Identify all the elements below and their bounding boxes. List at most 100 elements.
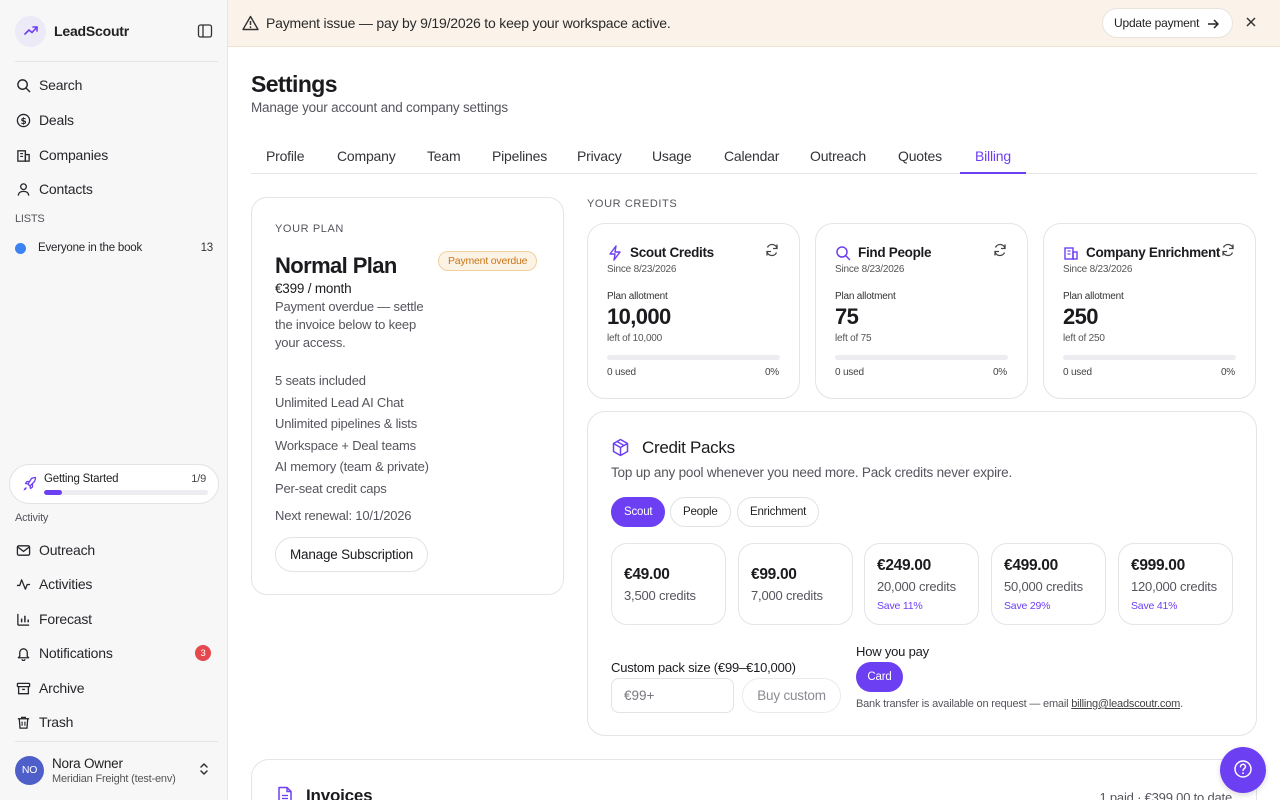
nav-companies[interactable]: Companies bbox=[15, 140, 218, 170]
how-you-pay-label: How you pay bbox=[856, 644, 929, 659]
pack-option[interactable]: €99.00 7,000 credits bbox=[738, 543, 853, 625]
page-subtitle: Manage your account and company settings bbox=[251, 100, 508, 115]
credit-percent: 0% bbox=[764, 367, 779, 378]
credit-card-find-people: Find People Since 8/23/2026 Plan allotme… bbox=[815, 223, 1028, 399]
nav-trash[interactable]: Trash bbox=[15, 707, 218, 737]
credit-percent: 0% bbox=[1220, 367, 1235, 378]
getting-started-label: Getting Started bbox=[44, 473, 119, 485]
credit-used: 0 used bbox=[607, 367, 636, 378]
close-icon[interactable] bbox=[1244, 15, 1258, 32]
dollar-icon: $ bbox=[15, 112, 31, 128]
pack-price: €99.00 bbox=[751, 566, 797, 583]
credit-title: Find People bbox=[858, 245, 932, 260]
nav-archive[interactable]: Archive bbox=[15, 673, 218, 703]
getting-started-count: 1/9 bbox=[191, 473, 206, 485]
tab-billing[interactable]: Billing bbox=[960, 142, 1026, 174]
tab-team[interactable]: Team bbox=[412, 142, 475, 174]
billing-email-link[interactable]: billing@leadscoutr.com bbox=[1071, 698, 1180, 710]
tab-outreach[interactable]: Outreach bbox=[795, 142, 881, 174]
credit-title: Scout Credits bbox=[630, 245, 714, 260]
nav-deals[interactable]: $ Deals bbox=[15, 105, 218, 135]
user-org: Meridian Freight (test-env) bbox=[52, 772, 176, 785]
trending-up-icon[interactable] bbox=[15, 15, 46, 47]
tab-quotes[interactable]: Quotes bbox=[883, 142, 957, 174]
tab-profile[interactable]: Profile bbox=[251, 142, 319, 174]
tab-company[interactable]: Company bbox=[322, 142, 411, 174]
credit-used: 0 used bbox=[1063, 367, 1092, 378]
credit-left: left of 250 bbox=[1063, 333, 1105, 344]
buy-custom-button[interactable]: Buy custom bbox=[742, 678, 841, 713]
credit-usage-bar bbox=[607, 355, 780, 360]
user-info: Nora Owner Meridian Freight (test-env) bbox=[52, 756, 176, 785]
tab-privacy[interactable]: Privacy bbox=[562, 142, 637, 174]
refresh-icon[interactable] bbox=[993, 243, 1007, 260]
user-icon bbox=[15, 181, 31, 197]
credit-used: 0 used bbox=[835, 367, 864, 378]
pack-credits: 20,000 credits bbox=[877, 579, 956, 594]
settings-tabs: Profile Company Team Pipelines Privacy U… bbox=[251, 142, 1257, 174]
bank-note-suffix: . bbox=[1180, 698, 1183, 710]
tab-pipelines[interactable]: Pipelines bbox=[477, 142, 562, 174]
pack-credits: 120,000 credits bbox=[1131, 579, 1217, 594]
credit-packs-card: Credit Packs Top up any pool whenever yo… bbox=[587, 411, 1257, 736]
credits-section-label: YOUR CREDITS bbox=[587, 198, 678, 210]
arrow-right-icon bbox=[1206, 17, 1220, 34]
nav-activities[interactable]: Activities bbox=[15, 569, 218, 599]
pack-option[interactable]: €249.00 20,000 credits Save 11% bbox=[864, 543, 979, 625]
feature-item: Per-seat credit caps bbox=[275, 480, 387, 496]
sidebar-toggle-icon[interactable] bbox=[195, 21, 215, 41]
tab-usage[interactable]: Usage bbox=[637, 142, 706, 174]
tab-calendar[interactable]: Calendar bbox=[709, 142, 794, 174]
warning-icon bbox=[242, 15, 259, 34]
invoices-title: Invoices bbox=[306, 786, 373, 800]
credit-left: left of 75 bbox=[835, 333, 872, 344]
search-icon bbox=[835, 245, 851, 264]
update-payment-label: Update payment bbox=[1114, 16, 1200, 30]
pack-tab-people[interactable]: People bbox=[670, 497, 731, 527]
rocket-icon bbox=[22, 476, 38, 495]
nav-outreach[interactable]: Outreach bbox=[15, 535, 218, 565]
notification-badge: 3 bbox=[195, 645, 211, 661]
update-payment-button[interactable]: Update payment bbox=[1102, 8, 1233, 38]
pay-by-card-button[interactable]: Card bbox=[856, 662, 903, 692]
refresh-icon[interactable] bbox=[1221, 243, 1235, 260]
pack-tab-enrichment[interactable]: Enrichment bbox=[737, 497, 820, 527]
nav-notifications[interactable]: Notifications 3 bbox=[15, 638, 218, 668]
manage-subscription-button[interactable]: Manage Subscription bbox=[275, 537, 428, 572]
list-item-everyone[interactable]: Everyone in the book 13 bbox=[15, 238, 213, 258]
user-menu[interactable]: NO Nora Owner Meridian Freight (test-env… bbox=[15, 752, 218, 788]
feature-item: 5 seats included bbox=[275, 373, 366, 388]
user-name: Nora Owner bbox=[52, 755, 123, 771]
avatar: NO bbox=[15, 755, 44, 785]
credit-value: 250 bbox=[1063, 304, 1099, 329]
pack-option[interactable]: €49.00 3,500 credits bbox=[611, 543, 726, 625]
pack-option[interactable]: €999.00 120,000 credits Save 41% bbox=[1118, 543, 1233, 625]
nav-contacts[interactable]: Contacts bbox=[15, 174, 218, 204]
bar-chart-icon bbox=[15, 611, 31, 627]
help-button[interactable] bbox=[1220, 747, 1266, 793]
custom-pack-input[interactable] bbox=[611, 678, 734, 713]
credit-value: 10,000 bbox=[607, 304, 671, 329]
divider bbox=[15, 741, 218, 742]
pack-price: €999.00 bbox=[1131, 557, 1185, 574]
getting-started-card[interactable]: Getting Started 1/9 bbox=[9, 464, 219, 504]
trash-icon bbox=[15, 714, 31, 730]
feature-item: Unlimited Lead AI Chat bbox=[275, 394, 404, 410]
feature-item: Workspace + Deal teams bbox=[275, 437, 416, 453]
pack-tab-scout[interactable]: Scout bbox=[611, 497, 666, 527]
nav-label: Search bbox=[39, 77, 83, 93]
credit-packs-subtitle: Top up any pool whenever you need more. … bbox=[611, 465, 1013, 480]
bolt-icon bbox=[607, 245, 623, 264]
next-renewal: Next renewal: 10/1/2026 bbox=[275, 508, 412, 523]
credit-value: 75 bbox=[835, 304, 859, 329]
banner-text: Payment issue — pay by 9/19/2026 to keep… bbox=[266, 15, 671, 31]
bank-note-text: Bank transfer is available on request — … bbox=[856, 698, 1072, 710]
refresh-icon[interactable] bbox=[765, 243, 779, 260]
nav-search[interactable]: Search bbox=[15, 70, 218, 100]
nav-label: Archive bbox=[39, 680, 85, 696]
page-title: Settings bbox=[251, 71, 338, 97]
svg-text:$: $ bbox=[20, 116, 26, 126]
nav-forecast[interactable]: Forecast bbox=[15, 604, 218, 634]
pack-option[interactable]: €499.00 50,000 credits Save 29% bbox=[991, 543, 1106, 625]
lists-label: LISTS bbox=[15, 213, 45, 225]
